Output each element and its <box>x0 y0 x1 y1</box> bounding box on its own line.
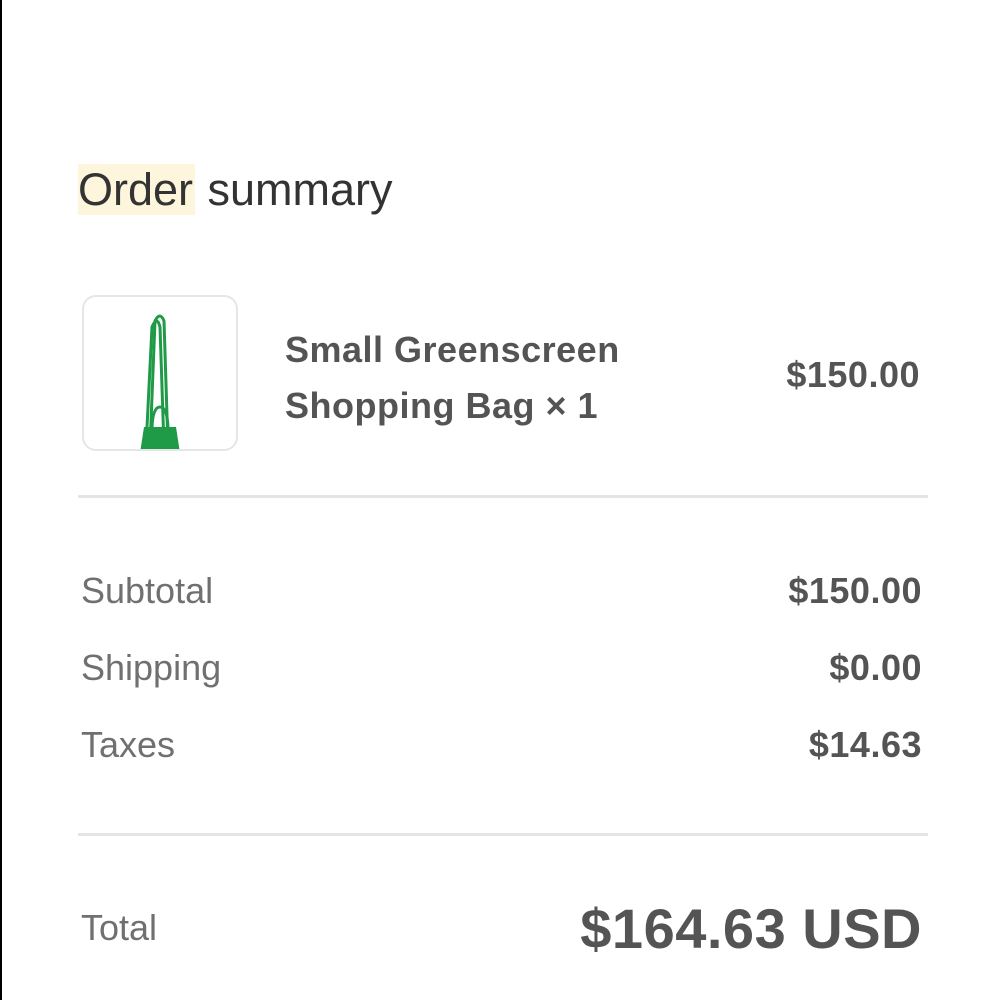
total-label: Total <box>81 907 158 948</box>
divider-top <box>78 495 928 498</box>
taxes-label: Taxes <box>81 724 176 765</box>
shipping-label: Shipping <box>81 647 222 688</box>
shipping-value: $0.00 <box>829 647 922 688</box>
subtotal-value: $150.00 <box>788 570 922 611</box>
item-name: Small Greenscreen Shopping Bag × 1 <box>285 322 705 434</box>
item-name-line1: Small Greenscreen <box>285 329 620 370</box>
item-price: $150.00 <box>786 354 920 395</box>
highlighted-title-word: Order <box>78 164 196 215</box>
order-summary-title: Order summary <box>78 160 393 220</box>
divider-bottom <box>78 833 928 836</box>
product-thumbnail <box>82 295 238 451</box>
order-summary-page: Order summary Small Greenscreen Shopping… <box>0 0 1000 1000</box>
subtotal-label: Subtotal <box>81 570 214 611</box>
title-rest: summary <box>195 164 393 215</box>
total-value: $164.63 USD <box>580 897 922 960</box>
green-shopping-bag-icon <box>140 314 180 449</box>
taxes-value: $14.63 <box>808 724 922 765</box>
item-name-line2: Shopping Bag × 1 <box>285 385 599 426</box>
